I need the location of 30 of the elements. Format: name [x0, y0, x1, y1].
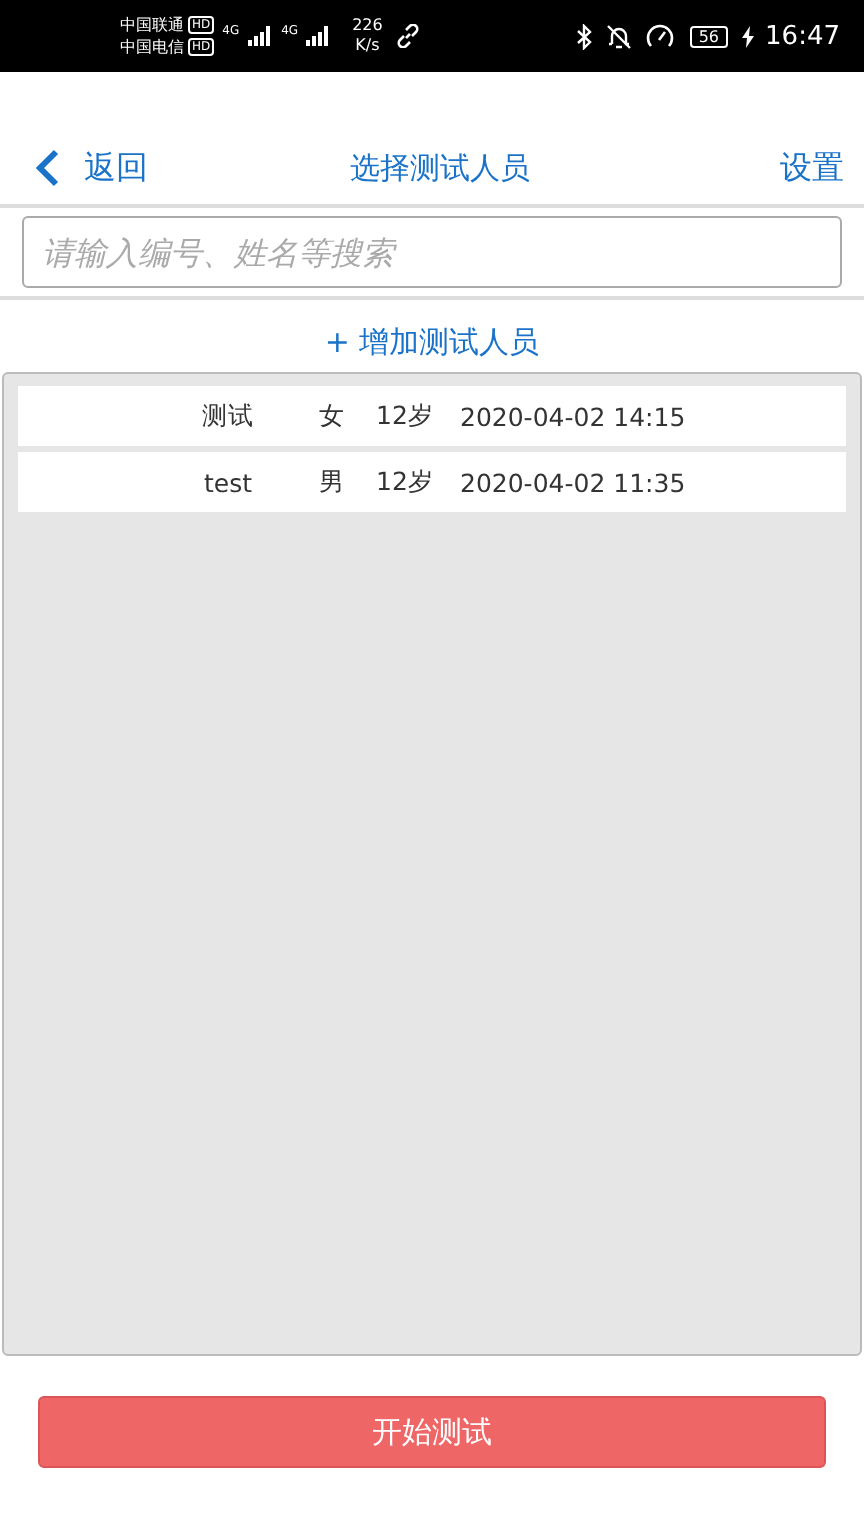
- speed-unit: K/s: [355, 36, 380, 56]
- date-text: 2020-04-02 11:35: [460, 467, 688, 497]
- carrier-name: 中国联通: [120, 14, 184, 36]
- name-text: 测试: [200, 399, 256, 433]
- page-title: 选择测试人员: [350, 149, 530, 187]
- start-test-button[interactable]: 开始测试: [38, 1396, 826, 1468]
- add-tester-link[interactable]: + 增加测试人员: [324, 324, 540, 362]
- date-text: 2020-04-02 14:15: [460, 401, 688, 431]
- signal-icon: [247, 26, 274, 46]
- clock-time: 16:47: [765, 21, 840, 51]
- back-chevron-icon: [36, 148, 60, 188]
- speed-value: 226: [352, 16, 383, 36]
- search-field[interactable]: 请输入编号、姓名等搜索: [22, 216, 842, 288]
- bluetooth-icon: [576, 23, 593, 49]
- link-icon: [396, 24, 421, 48]
- sex-text: 女: [319, 399, 345, 433]
- name-text: test: [201, 467, 254, 497]
- sex-text: 男: [319, 465, 345, 499]
- battery-level: 56: [690, 25, 728, 47]
- carrier-name: 中国电信: [120, 36, 184, 58]
- muted-bell-icon: [606, 23, 633, 49]
- signal-icon: [306, 26, 333, 46]
- gauge-icon: [646, 24, 675, 48]
- back-button[interactable]: 返回: [36, 147, 148, 189]
- tester-row[interactable]: test 男 12岁 2020-04-02 11:35: [18, 452, 846, 512]
- charging-icon: [741, 25, 754, 47]
- settings-button[interactable]: 设置: [780, 147, 844, 189]
- tester-row[interactable]: 测试 女 12岁 2020-04-02 14:15: [18, 386, 846, 446]
- age-text: 12岁: [376, 465, 436, 499]
- age-text: 12岁: [376, 399, 436, 433]
